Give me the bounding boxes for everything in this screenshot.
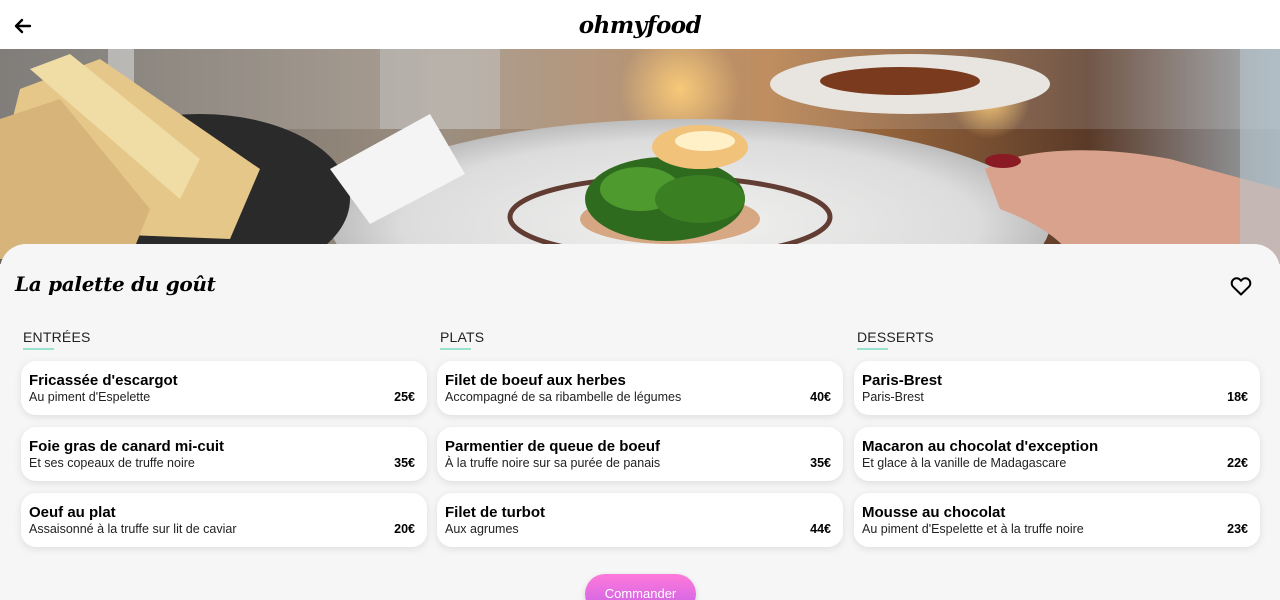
dish-description: Accompagné de sa ribambelle de légumes (445, 390, 682, 404)
section-heading-plats: PLATS (440, 329, 485, 345)
dish-description: Au piment d'Espelette et à la truffe noi… (862, 522, 1084, 536)
hero-image (0, 49, 1280, 264)
dish-description: Assaisonné à la truffe sur lit de caviar (29, 522, 237, 536)
dish-name: Foie gras de canard mi-cuit (29, 438, 225, 455)
brand-logo[interactable]: ohmyfood (0, 12, 1280, 39)
like-button[interactable] (1229, 275, 1253, 297)
menu-item[interactable]: Filet de turbot Aux agrumes 44€ (437, 493, 843, 547)
section-heading-desserts: DESSERTS (857, 329, 934, 345)
section-underline (23, 348, 54, 350)
dish-name: Oeuf au plat (29, 504, 116, 521)
dish-price: 40€ (810, 390, 831, 404)
dish-name: Filet de boeuf aux herbes (445, 372, 626, 389)
dish-price: 23€ (1227, 522, 1248, 536)
order-button[interactable]: Commander (585, 574, 696, 600)
menu-item[interactable]: Macaron au chocolat d'exception Et glace… (854, 427, 1260, 481)
dish-name: Paris-Brest (862, 372, 943, 389)
dish-price: 25€ (394, 390, 415, 404)
dish-description: Paris-Brest (862, 390, 924, 404)
dish-description: Et glace à la vanille de Madagascare (862, 456, 1067, 470)
section-heading-entrees: ENTRÉES (23, 329, 91, 345)
menu-item[interactable]: Fricassée d'escargot Au piment d'Espelet… (21, 361, 427, 415)
dish-description: Aux agrumes (445, 522, 519, 536)
dish-price: 35€ (394, 456, 415, 470)
menu-item[interactable]: Foie gras de canard mi-cuit Et ses copea… (21, 427, 427, 481)
dish-price: 20€ (394, 522, 415, 536)
dish-name: Parmentier de queue de boeuf (445, 438, 661, 455)
restaurant-title: La palette du goût (15, 272, 216, 296)
menu-item[interactable]: Paris-Brest Paris-Brest 18€ (854, 361, 1260, 415)
dish-description: Et ses copeaux de truffe noire (29, 456, 195, 470)
dish-description: À la truffe noire sur sa purée de panais (445, 456, 661, 470)
menu-item[interactable]: Mousse au chocolat Au piment d'Espelette… (854, 493, 1260, 547)
dish-price: 35€ (810, 456, 831, 470)
section-underline (440, 348, 471, 350)
top-bar: ohmyfood (0, 0, 1280, 49)
dish-name: Fricassée d'escargot (29, 372, 178, 389)
dish-price: 22€ (1227, 456, 1248, 470)
dish-name: Filet de turbot (445, 504, 545, 521)
section-underline (857, 348, 888, 350)
dish-description: Au piment d'Espelette (29, 390, 151, 404)
dish-price: 44€ (810, 522, 831, 536)
dish-price: 18€ (1227, 390, 1248, 404)
menu-item[interactable]: Oeuf au plat Assaisonné à la truffe sur … (21, 493, 427, 547)
menu-item[interactable]: Parmentier de queue de boeuf À la truffe… (437, 427, 843, 481)
dish-name: Mousse au chocolat (862, 504, 1006, 521)
dish-name: Macaron au chocolat d'exception (862, 438, 1099, 455)
heart-outline-icon (1230, 277, 1252, 296)
menu-item[interactable]: Filet de boeuf aux herbes Accompagné de … (437, 361, 843, 415)
